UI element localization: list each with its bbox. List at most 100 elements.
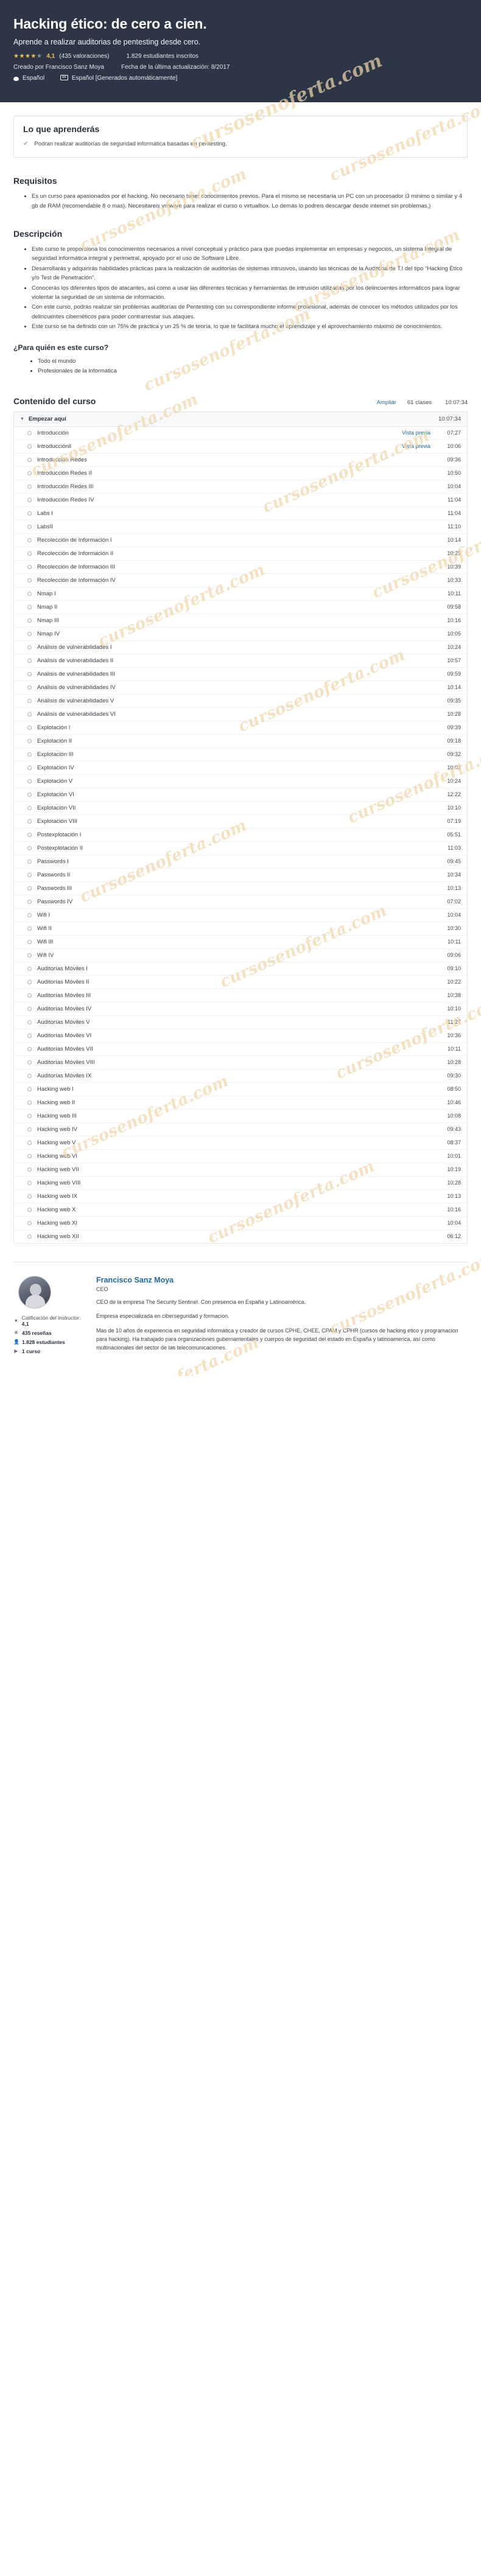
requirement-item: Es un curso para apasionados por el hack… (32, 192, 468, 211)
lecture-row[interactable]: Hacking web II 10:46 (14, 1096, 467, 1110)
lecture-row[interactable]: Nmap II 09:58 (14, 600, 467, 614)
lecture-row[interactable]: Auditorías Móviles VII 10:11 (14, 1042, 467, 1056)
lecture-title: Recolección de Información I (37, 536, 112, 544)
lecture-row[interactable]: Hacking web V 08:37 (14, 1136, 467, 1150)
lecture-row[interactable]: Hacking web X 10:16 (14, 1203, 467, 1217)
lecture-row[interactable]: Introducción Redes IV 11:04 (14, 493, 467, 507)
lecture-row[interactable]: Explotación I 09:39 (14, 721, 467, 735)
lecture-row[interactable]: Nmap IV 10:05 (14, 627, 467, 641)
lecture-row[interactable]: Wifi I 10:04 (14, 908, 467, 922)
lecture-row[interactable]: Análisis de vulnerabilidades III 09:59 (14, 667, 467, 681)
lecture-title: Postexplotación I (37, 831, 82, 838)
lecture-row[interactable]: Recolección de Información IV 10:33 (14, 573, 467, 587)
lecture-status-circle-icon (27, 658, 32, 663)
lecture-row[interactable]: Explotación VIII 07:19 (14, 814, 467, 828)
lecture-row[interactable]: Recolección de Información I 10:14 (14, 533, 467, 547)
lecture-row[interactable]: Passwords I 09:45 (14, 855, 467, 869)
lecture-row[interactable]: Hacking web XI 10:04 (14, 1216, 467, 1230)
lecture-row[interactable]: Wifi II 10:30 (14, 922, 467, 936)
lecture-row[interactable]: Postexplotación I 05:51 (14, 828, 467, 842)
lecture-title: Análisis de vulnerabilidades III (37, 670, 115, 677)
lecture-row[interactable]: Análisis de vulnerabilidades II 10:57 (14, 654, 467, 668)
lecture-preview-link[interactable]: Vista previa (402, 443, 430, 449)
lecture-status-circle-icon (27, 1113, 32, 1118)
lecture-duration: 09:10 (447, 965, 461, 972)
lecture-row[interactable]: Passwords II 10:34 (14, 868, 467, 882)
lecture-row[interactable]: Hacking web VII 10:19 (14, 1163, 467, 1177)
lecture-row[interactable]: Hacking web IX 10:13 (14, 1189, 467, 1203)
lecture-row[interactable]: Análisis de vulnerabilidades V 09:35 (14, 694, 467, 708)
lecture-row[interactable]: Análisis de vulnerabilidades VI 10:28 (14, 707, 467, 721)
lecture-row[interactable]: Hacking web IV 09:43 (14, 1122, 467, 1136)
lecture-duration: 10:11 (448, 590, 461, 597)
lecture-duration: 10:10 (447, 1006, 461, 1012)
lecture-duration: 10:33 (447, 577, 461, 584)
created-by[interactable]: Creado por Francisco Sanz Moya (13, 64, 104, 71)
lecture-status-circle-icon (27, 779, 32, 783)
lecture-status-circle-icon (27, 1006, 32, 1011)
lecture-row[interactable]: Nmap III 10:16 (14, 614, 467, 628)
lecture-status-circle-icon (27, 671, 32, 676)
lecture-row[interactable]: Explotación V 10:24 (14, 774, 467, 788)
instructor-bio-paragraph: Empresa especializada en ciberseguridad … (96, 1313, 230, 1320)
lecture-row[interactable]: Wifi III 10:11 (14, 935, 467, 949)
lecture-status-circle-icon (27, 738, 32, 743)
lecture-duration: 10:57 (447, 657, 461, 664)
lecture-row[interactable]: Recolección de Información II 10:25 (14, 547, 467, 561)
lecture-row[interactable]: Auditorías Móviles V 11:27 (14, 1015, 467, 1029)
lecture-row[interactable]: Análisis de vulnerabilidades IV 10:14 (14, 681, 467, 695)
lecture-row[interactable]: Auditorías Móviles IV 10:10 (14, 1002, 467, 1016)
lecture-row[interactable]: Explotación VI 12:22 (14, 788, 467, 802)
expand-all-button[interactable]: Ampliar (377, 399, 396, 406)
lecture-status-circle-icon (27, 578, 32, 583)
lecture-row[interactable]: Postexplotación II 11:03 (14, 841, 467, 855)
lecture-row[interactable]: Auditorías Móviles IX 09:30 (14, 1069, 467, 1083)
lecture-title: Análisis de vulnerabilidades I (37, 643, 112, 651)
lecture-row[interactable]: Passwords IV 07:02 (14, 895, 467, 909)
learn-item-text: Podran realizar auditorías de seguridad … (34, 141, 227, 147)
lecture-row[interactable]: Introducción Vista previa 07:27 (14, 426, 467, 440)
lecture-row[interactable]: LabsII 11:10 (14, 520, 467, 534)
lecture-row[interactable]: Hacking web III 10:08 (14, 1109, 467, 1123)
lecture-title: Auditorías Móviles II (37, 978, 90, 985)
lecture-row[interactable]: Auditorías Móviles VIII 10:28 (14, 1055, 467, 1069)
lecture-row[interactable]: Explotación IV 10:02 (14, 761, 467, 775)
lecture-title: Hacking web VIII (37, 1179, 81, 1186)
curriculum-section-header[interactable]: ▼ Empezar aquí 10:07:34 (13, 411, 468, 427)
lecture-row[interactable]: Auditorías Móviles III 10:38 (14, 989, 467, 1003)
lecture-row[interactable]: Hacking web VIII 10:28 (14, 1176, 467, 1190)
lecture-row[interactable]: Explotación VII 10:10 (14, 801, 467, 815)
lecture-status-circle-icon (27, 845, 32, 850)
description-item: Este curso se ha definido con un 75% de … (32, 322, 468, 331)
lecture-row[interactable]: Auditorías Móviles VI 10:36 (14, 1029, 467, 1043)
instructor-students: 1.828 estudiantes (22, 1339, 65, 1345)
lecture-row[interactable]: Introducciónll Vista previa 10:06 (14, 439, 467, 453)
lecture-row[interactable]: Explotación II 09:18 (14, 734, 467, 748)
lecture-row[interactable]: Passwords III 10:13 (14, 881, 467, 895)
lecture-row[interactable]: Labs I 11:04 (14, 506, 467, 520)
lecture-preview-link[interactable]: Vista previa (402, 430, 430, 436)
lecture-row[interactable]: Auditorías Móviles II 10:22 (14, 975, 467, 989)
lecture-status-circle-icon (27, 966, 32, 971)
instructor-name[interactable]: Francisco Sanz Moya (96, 1276, 468, 1284)
lecture-row[interactable]: Hacking web XII 06:12 (14, 1230, 467, 1243)
rating-count[interactable]: (435 valoraciones) (59, 53, 109, 60)
lecture-row[interactable]: Hacking web I 08:50 (14, 1082, 467, 1096)
student-count: 1.829 estudiantes inscritos (126, 53, 198, 60)
lecture-row[interactable]: Nmap I 10:11 (14, 587, 467, 601)
lecture-row[interactable]: Introducción Redes II 10:50 (14, 466, 467, 480)
chevron-down-icon: ▼ (20, 416, 24, 421)
lecture-duration: 10:04 (447, 483, 461, 490)
lecture-status-circle-icon (27, 912, 32, 917)
lecture-row[interactable]: Hacking web VI 10:01 (14, 1149, 467, 1163)
lecture-row[interactable]: Recolección de Información III 10:39 (14, 560, 467, 574)
lecture-row[interactable]: Wifi IV 09:06 (14, 948, 467, 962)
lecture-row[interactable]: Introducción Redes 09:36 (14, 453, 467, 467)
lecture-row[interactable]: Auditorías Móviles I 09:10 (14, 962, 467, 976)
captions-language: Español [Generados automáticamente] (71, 75, 178, 82)
lecture-row[interactable]: Introducción Redes III 10:04 (14, 480, 467, 494)
lecture-row[interactable]: Explotación III 09:32 (14, 747, 467, 761)
learn-item: ✔ Podran realizar auditorías de segurida… (23, 140, 458, 149)
lecture-status-circle-icon (27, 725, 32, 730)
lecture-row[interactable]: Análisis de vulnerabilidades I 10:24 (14, 640, 467, 654)
